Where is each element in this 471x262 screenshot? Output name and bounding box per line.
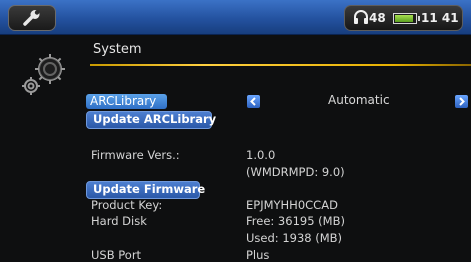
hard-disk-label: Hard Disk (91, 214, 147, 228)
arclibrary-next-button[interactable] (455, 95, 468, 108)
firmware-label: Firmware Vers.: (91, 148, 180, 162)
update-firmware-label: Update Firmware (93, 182, 206, 196)
product-key-value: EPJMYHH0CCAD (246, 198, 338, 212)
headphones-icon (354, 10, 368, 24)
settings-back-button[interactable] (8, 5, 56, 31)
battery-level-fill (395, 15, 413, 22)
update-firmware-button[interactable]: Update Firmware (86, 181, 205, 199)
hard-disk-free: Free: 36195 (MB) (246, 214, 345, 228)
hard-disk-used: Used: 1938 (MB) (246, 231, 343, 245)
volume-level: 48 (369, 11, 386, 25)
clock: 11 41 (421, 11, 459, 25)
firmware-wmdrmpd-value: (WMDRMPD: 9.0) (246, 165, 345, 179)
gears-icon (22, 54, 65, 95)
battery-icon (393, 13, 420, 24)
update-arclibrary-button[interactable]: Update ARCLibrary (86, 111, 216, 129)
arclibrary-prev-button[interactable] (247, 95, 260, 108)
usb-port-label: USB Port (91, 248, 142, 262)
title-divider (90, 64, 471, 66)
chevron-left-icon (250, 97, 256, 106)
page-title: System (93, 42, 142, 57)
product-key-label: Product Key: (91, 198, 163, 212)
wrench-icon (23, 10, 40, 26)
arclibrary-label: ARCLibrary (90, 94, 157, 108)
top-bar: 48 11 41 (0, 0, 471, 35)
update-arclibrary-label: Update ARCLibrary (93, 112, 217, 126)
status-area: 48 11 41 (344, 5, 463, 31)
arclibrary-value: Automatic (328, 93, 390, 107)
firmware-value: 1.0.0 (246, 148, 276, 162)
arclibrary-field[interactable]: ARCLibrary (86, 94, 167, 109)
usb-port-value: Plus (246, 248, 270, 262)
chevron-right-icon (459, 97, 465, 106)
